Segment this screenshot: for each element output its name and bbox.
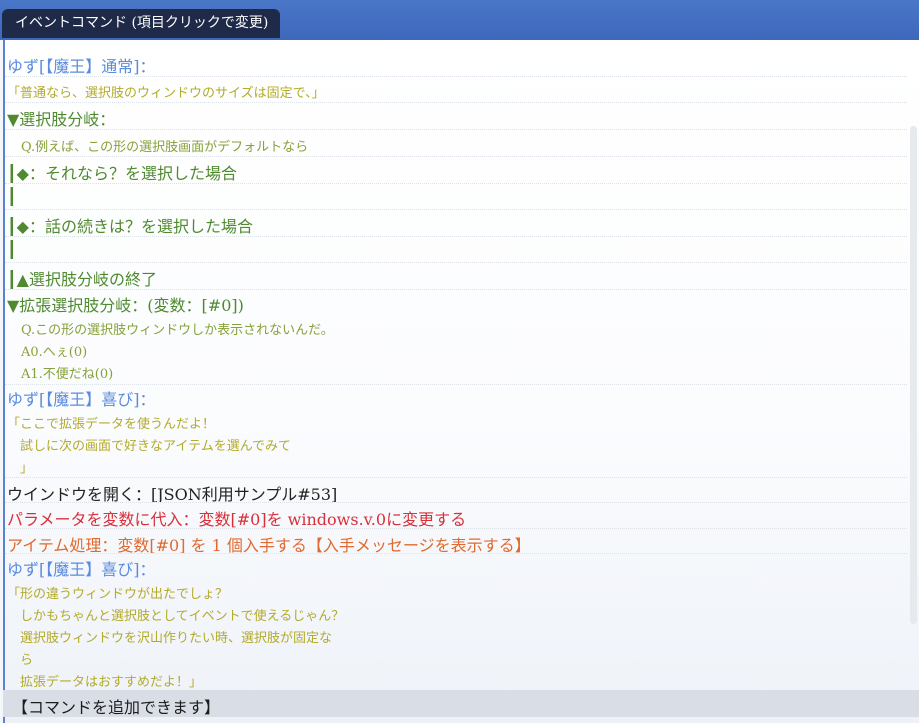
command-row[interactable]: ┃◆：それなら？を選択した場合 bbox=[5, 156, 907, 184]
command-row[interactable]: ┃ bbox=[5, 236, 907, 263]
choice-answer: A1.不便だね(0) bbox=[21, 367, 114, 382]
param-assign-command: パラメータを変数に代入：変数[#0]を windows.v.0に変更する bbox=[7, 510, 467, 529]
command-row[interactable]: ┃▲選択肢分岐の終了 bbox=[5, 262, 907, 290]
command-row[interactable]: ┃ bbox=[5, 183, 907, 210]
message-text: 拡張データはおすすめだよ！」 bbox=[7, 675, 203, 690]
choice-case-body: ┃ bbox=[7, 240, 17, 259]
message-text: ら bbox=[7, 653, 34, 668]
item-process-command: アイテム処理：変数[#0] を 1 個入手する【入手メッセージを表示する】 bbox=[7, 536, 531, 554]
command-row[interactable]: ゆず[【魔王】通常]： bbox=[5, 50, 907, 77]
message-speaker: ゆず[【魔王】通常]： bbox=[7, 57, 156, 76]
message-text: 「形の違うウィンドウが出たでしょ？ bbox=[7, 587, 229, 602]
message-speaker: ゆず[【魔王】喜び]： bbox=[7, 560, 156, 579]
choice-branch-end: ┃▲選択肢分岐の終了 bbox=[7, 270, 157, 289]
command-row[interactable]: ゆず[【魔王】喜び]： 「ここで拡張データを使うんだよ！ 試しに次の画面で好きな… bbox=[5, 384, 907, 478]
command-row[interactable]: 「普通なら、選択肢のウィンドウのサイズは固定で、」 bbox=[5, 76, 907, 103]
extended-choice-header: ▼拡張選択肢分岐：(変数：[#0]) bbox=[7, 296, 244, 315]
choice-answer: A0.へぇ(0) bbox=[21, 345, 88, 360]
add-command-label: 【コマンドを追加できます】 bbox=[12, 698, 221, 717]
message-text: 「ここで拡張データを使うんだよ！ bbox=[7, 417, 216, 432]
message-text: しかもちゃんと選択肢としてイベントで使えるじゃん？ bbox=[7, 609, 345, 624]
choice-question: Q.例えば、この形の選択肢画面がデフォルトなら bbox=[21, 140, 309, 155]
message-speaker: ゆず[【魔王】喜び]： bbox=[7, 390, 156, 409]
title-bar: イベントコマンド (項目クリックで変更) bbox=[0, 0, 919, 40]
scrollbar[interactable] bbox=[910, 126, 917, 624]
message-text: 試しに次の画面で好きなアイテムを選んでみて bbox=[7, 439, 292, 454]
command-row[interactable]: Q.例えば、この形の選択肢画面がデフォルトなら bbox=[5, 129, 907, 157]
choice-case-body: ┃ bbox=[7, 187, 17, 206]
window-title-tab[interactable]: イベントコマンド (項目クリックで変更) bbox=[2, 9, 281, 38]
command-row[interactable]: パラメータを変数に代入：変数[#0]を windows.v.0に変更する bbox=[5, 502, 907, 529]
choice-case: ┃◆：話の続きは？を選択した場合 bbox=[7, 217, 253, 236]
message-text: 「普通なら、選択肢のウィンドウのサイズは固定で、」 bbox=[7, 86, 325, 101]
open-window-command: ウインドウを開く：[JSON利用サンプル#53] bbox=[7, 485, 338, 503]
command-row[interactable]: ┃◆：話の続きは？を選択した場合 bbox=[5, 209, 907, 237]
message-text: 選択肢ウィンドウを沢山作りたい時、選択肢が固定な bbox=[7, 631, 333, 646]
choice-case: ┃◆：それなら？を選択した場合 bbox=[7, 164, 237, 183]
command-row[interactable]: アイテム処理：変数[#0] を 1 個入手する【入手メッセージを表示する】 bbox=[5, 528, 907, 554]
command-row[interactable]: ▼選択肢分岐： bbox=[5, 102, 907, 130]
choice-branch-header: ▼選択肢分岐： bbox=[7, 110, 116, 129]
message-text: 」 bbox=[7, 461, 34, 476]
command-row[interactable]: ▼拡張選択肢分岐：(変数：[#0]) Q.この形の選択肢ウィンドウしか表示されな… bbox=[5, 289, 907, 385]
command-row[interactable]: ゆず[【魔王】喜び]： 「形の違うウィンドウが出たでしょ？ しかもちゃんと選択肢… bbox=[5, 553, 907, 690]
add-command-row[interactable]: 【コマンドを追加できます】 bbox=[3, 690, 919, 717]
command-row[interactable]: ウインドウを開く：[JSON利用サンプル#53] bbox=[5, 477, 907, 503]
choice-question: Q.この形の選択肢ウィンドウしか表示されないんだ。 bbox=[21, 323, 334, 338]
